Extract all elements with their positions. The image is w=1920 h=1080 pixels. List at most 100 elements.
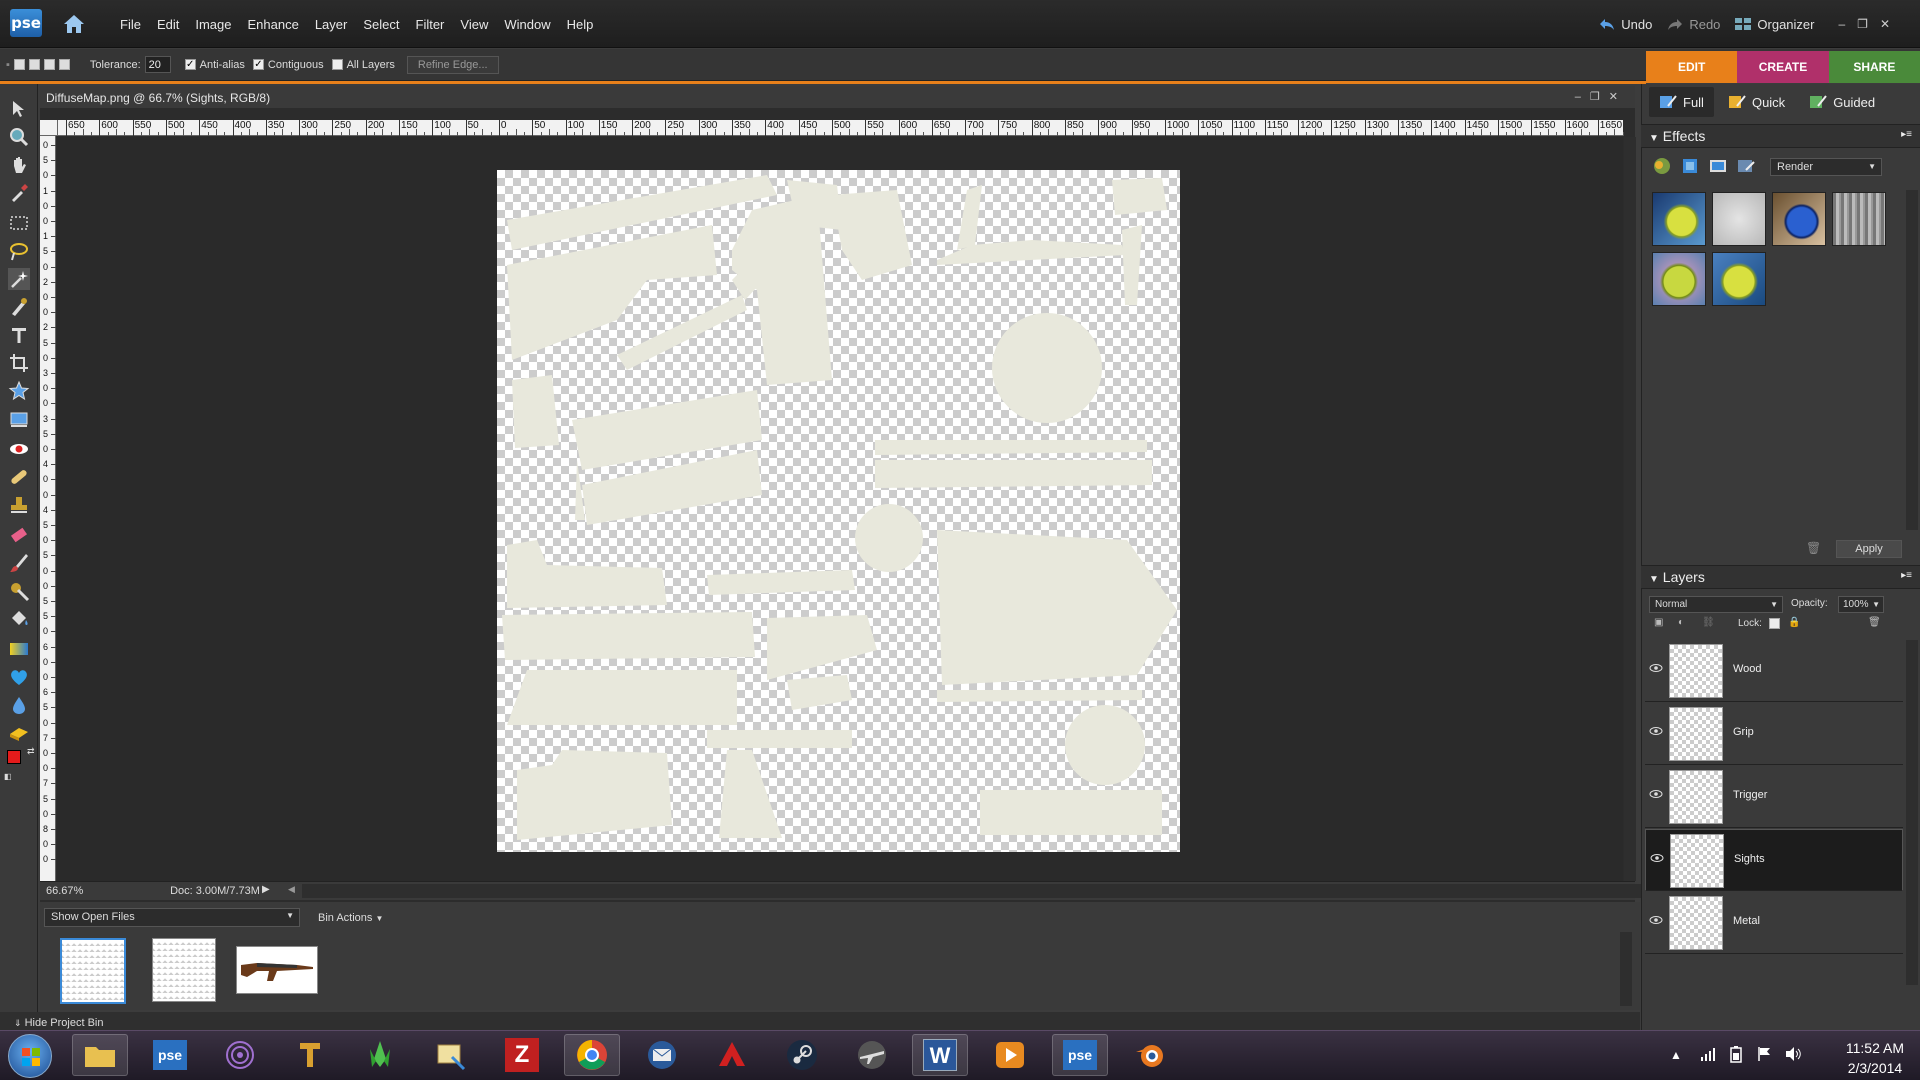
effects-panel-header[interactable]: ▼ Effects ▸≡: [1641, 124, 1920, 148]
bin-thumbnail[interactable]: [152, 938, 216, 1002]
visibility-eye-icon[interactable]: [1649, 789, 1663, 799]
crop-tool-icon[interactable]: [8, 352, 30, 374]
link-layers-icon[interactable]: ⛓: [1702, 617, 1715, 628]
tolerance-input[interactable]: [144, 56, 171, 73]
menu-window[interactable]: Window: [496, 17, 558, 32]
tab-share[interactable]: SHARE: [1828, 51, 1920, 83]
layer-row[interactable]: Trigger: [1645, 766, 1903, 828]
taskbar-chrome[interactable]: [564, 1034, 620, 1076]
menu-view[interactable]: View: [452, 17, 496, 32]
organizer-button[interactable]: Organizer: [1734, 17, 1814, 32]
effect-thumbnail[interactable]: [1652, 252, 1706, 306]
adjustment-layer-icon[interactable]: ◐: [1678, 617, 1684, 628]
panel-menu-icon[interactable]: ▸≡: [1901, 570, 1912, 581]
doc-size-readout[interactable]: Doc: 3.00M/7.73M: [130, 885, 300, 897]
menu-file[interactable]: File: [112, 17, 149, 32]
menu-enhance[interactable]: Enhance: [240, 17, 307, 32]
gradient-tool-icon[interactable]: [8, 638, 30, 660]
sponge-tool-icon[interactable]: [8, 722, 30, 744]
restore-icon[interactable]: ❐: [1857, 17, 1868, 31]
show-all-icon[interactable]: [1736, 156, 1756, 176]
effect-thumbnail[interactable]: [1652, 192, 1706, 246]
tab-create[interactable]: CREATE: [1737, 51, 1829, 83]
taskbar-app[interactable]: [422, 1034, 478, 1076]
doc-restore-icon[interactable]: ❐: [1590, 91, 1609, 103]
antialias-checkbox[interactable]: ✓: [184, 59, 196, 70]
paint-bucket-tool-icon[interactable]: [8, 608, 30, 630]
shape-tool-icon[interactable]: [8, 666, 30, 688]
doc-minimize-icon[interactable]: –: [1575, 91, 1590, 103]
canvas-vertical-scrollbar[interactable]: [1624, 137, 1636, 881]
menu-image[interactable]: Image: [187, 17, 239, 32]
tab-guided[interactable]: Guided: [1799, 87, 1885, 117]
taskbar-blender[interactable]: [1122, 1034, 1178, 1076]
layer-row[interactable]: Metal: [1645, 892, 1903, 954]
home-icon[interactable]: [62, 13, 86, 35]
ruler-origin[interactable]: [40, 120, 58, 136]
menu-select[interactable]: Select: [355, 17, 407, 32]
action-center-flag-icon[interactable]: [1756, 1046, 1772, 1062]
undo-button[interactable]: Undo: [1598, 17, 1652, 32]
filters-icon[interactable]: [1652, 156, 1672, 176]
image-canvas[interactable]: [497, 170, 1180, 852]
battery-icon[interactable]: [1728, 1045, 1744, 1063]
marquee-tool-icon[interactable]: [8, 212, 30, 234]
cookie-cutter-tool-icon[interactable]: [8, 380, 30, 402]
all-layers-checkbox[interactable]: [331, 59, 343, 70]
layer-row[interactable]: Grip: [1645, 703, 1903, 765]
foreground-color-swatch[interactable]: [7, 750, 21, 764]
delete-layer-icon[interactable]: 🗑: [1868, 617, 1881, 628]
tab-quick[interactable]: Quick: [1718, 87, 1795, 117]
network-icon[interactable]: [1700, 1046, 1716, 1062]
status-menu-arrow-icon[interactable]: ▶: [262, 884, 270, 895]
smart-brush-tool-icon[interactable]: [8, 580, 30, 602]
taskbar-app[interactable]: [282, 1034, 338, 1076]
panel-menu-icon[interactable]: ▸≡: [1901, 129, 1912, 140]
effect-thumbnail[interactable]: [1712, 252, 1766, 306]
taskbar-clock[interactable]: 11:52 AM 2/3/2014: [1846, 1038, 1904, 1078]
bin-thumbnail[interactable]: [236, 946, 318, 994]
blur-tool-icon[interactable]: [8, 694, 30, 716]
taskbar-app[interactable]: [352, 1034, 408, 1076]
blend-mode-select[interactable]: Normal ▼: [1649, 596, 1783, 613]
photo-effects-icon[interactable]: [1708, 156, 1728, 176]
menu-edit[interactable]: Edit: [149, 17, 187, 32]
taskbar-media-player[interactable]: [982, 1034, 1038, 1076]
app-logo[interactable]: pse: [10, 9, 42, 37]
redo-button[interactable]: Redo: [1666, 17, 1720, 32]
apply-button[interactable]: Apply: [1836, 540, 1902, 558]
trash-icon[interactable]: 🗑: [1806, 541, 1821, 555]
visibility-eye-icon[interactable]: [1649, 915, 1663, 925]
start-button[interactable]: [8, 1034, 52, 1078]
menu-layer[interactable]: Layer: [307, 17, 356, 32]
taskbar-pse-organizer[interactable]: pse: [142, 1034, 198, 1076]
close-icon[interactable]: ✕: [1880, 17, 1890, 31]
tab-full[interactable]: Full: [1649, 87, 1714, 117]
taskbar-filezilla[interactable]: Z: [494, 1034, 550, 1076]
intersect-selection-icon[interactable]: [58, 59, 70, 70]
lock-all-icon[interactable]: 🔒: [1788, 617, 1800, 628]
visibility-eye-icon[interactable]: [1650, 853, 1664, 863]
bin-scrollbar[interactable]: [1620, 932, 1632, 1006]
layer-row[interactable]: Wood: [1645, 640, 1903, 702]
new-layer-icon[interactable]: ▣: [1654, 617, 1663, 628]
clone-stamp-tool-icon[interactable]: [8, 494, 30, 516]
effect-thumbnail[interactable]: [1832, 192, 1886, 246]
contiguous-checkbox[interactable]: ✓: [252, 59, 264, 70]
red-eye-tool-icon[interactable]: [8, 438, 30, 460]
layers-scrollbar[interactable]: [1906, 640, 1918, 985]
hand-tool-icon[interactable]: [8, 154, 30, 176]
quick-selection-tool-icon[interactable]: [8, 296, 30, 318]
lasso-tool-icon[interactable]: [8, 240, 30, 262]
refine-edge-button[interactable]: Refine Edge...: [406, 55, 499, 74]
brush-tool-icon[interactable]: [8, 552, 30, 574]
default-colors-icon[interactable]: ◧: [4, 772, 12, 781]
move-tool-icon[interactable]: [8, 98, 30, 120]
layer-row-selected[interactable]: Sights: [1645, 829, 1903, 891]
taskbar-app[interactable]: [704, 1034, 760, 1076]
magic-wand-tool-icon[interactable]: [8, 268, 30, 290]
bin-actions-button[interactable]: Bin Actions ▼: [318, 912, 383, 924]
lock-transparency-icon[interactable]: [1769, 618, 1780, 629]
add-selection-icon[interactable]: [28, 59, 40, 70]
taskbar-explorer[interactable]: [72, 1034, 128, 1076]
